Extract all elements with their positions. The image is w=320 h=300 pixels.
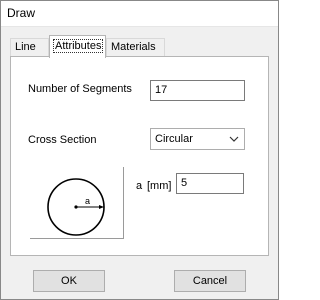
circle-cross-section-icon: a <box>47 178 105 236</box>
attributes-panel: Number of Segments 17 Cross Section Circ… <box>10 56 269 256</box>
ok-button[interactable]: OK <box>33 270 105 292</box>
cross-section-value: Circular <box>155 133 193 145</box>
tab-strip: Line Attributes Materials <box>10 35 269 58</box>
a-unit: [mm] <box>147 180 172 192</box>
tab-materials[interactable]: Materials <box>106 38 165 57</box>
tab-attributes-label: Attributes <box>52 39 104 53</box>
tab-line-label: Line <box>15 41 36 53</box>
title-bar: Draw <box>1 1 278 27</box>
segments-input[interactable]: 17 <box>150 80 245 101</box>
a-input[interactable]: 5 <box>176 173 244 194</box>
tab-attributes[interactable]: Attributes <box>49 35 106 58</box>
segments-label: Number of Segments <box>28 83 132 95</box>
cross-section-diagram: a <box>30 167 124 239</box>
cross-section-select[interactable]: Circular <box>150 128 245 150</box>
diagram-radius-label: a <box>85 196 90 206</box>
cross-section-label: Cross Section <box>28 134 97 146</box>
a-label: a <box>136 180 143 192</box>
window-title: Draw <box>7 6 36 20</box>
tab-line[interactable]: Line <box>10 38 49 57</box>
cancel-button[interactable]: Cancel <box>174 270 246 292</box>
chevron-down-icon <box>229 136 239 142</box>
draw-dialog: Draw Line Attributes Materials Number of… <box>0 0 279 300</box>
tab-materials-label: Materials <box>111 41 156 53</box>
